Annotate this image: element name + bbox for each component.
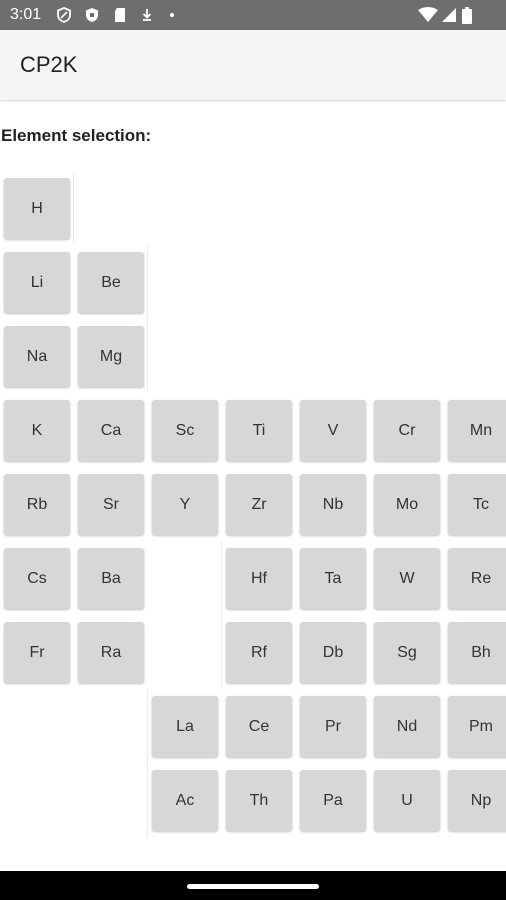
group-divider	[147, 690, 148, 838]
element-button-be[interactable]: Be	[78, 252, 144, 313]
element-button-y[interactable]: Y	[152, 474, 218, 535]
element-button-nb[interactable]: Nb	[300, 474, 366, 535]
sd-card-icon	[112, 7, 128, 23]
element-button-cr[interactable]: Cr	[374, 400, 440, 461]
element-button-bh[interactable]: Bh	[448, 622, 506, 683]
element-button-ca[interactable]: Ca	[78, 400, 144, 461]
element-button-cs[interactable]: Cs	[4, 548, 70, 609]
element-button-nd[interactable]: Nd	[374, 696, 440, 757]
element-button-tc[interactable]: Tc	[448, 474, 506, 535]
shield-icon	[56, 7, 72, 23]
element-button-h[interactable]: H	[4, 178, 70, 239]
element-button-mg[interactable]: Mg	[78, 326, 144, 387]
group-divider	[73, 172, 74, 244]
wifi-icon	[418, 7, 438, 23]
element-button-zr[interactable]: Zr	[226, 474, 292, 535]
element-button-rb[interactable]: Rb	[4, 474, 70, 535]
element-button-na[interactable]: Na	[4, 326, 70, 387]
element-button-pm[interactable]: Pm	[448, 696, 506, 757]
download-icon	[139, 7, 155, 23]
app-title: CP2K	[20, 52, 78, 77]
security-icon	[84, 7, 100, 23]
group-divider	[147, 244, 148, 392]
element-button-sg[interactable]: Sg	[374, 622, 440, 683]
element-button-fr[interactable]: Fr	[4, 622, 70, 683]
element-button-db[interactable]: Db	[300, 622, 366, 683]
navigation-bar	[0, 871, 506, 900]
element-button-pa[interactable]: Pa	[300, 770, 366, 831]
element-button-mo[interactable]: Mo	[374, 474, 440, 535]
element-button-w[interactable]: W	[374, 548, 440, 609]
element-button-re[interactable]: Re	[448, 548, 506, 609]
home-gesture-bar[interactable]	[187, 884, 319, 889]
element-button-la[interactable]: La	[152, 696, 218, 757]
notification-dot	[170, 13, 174, 17]
app-bar: CP2K	[0, 30, 506, 101]
element-button-k[interactable]: K	[4, 400, 70, 461]
element-button-hf[interactable]: Hf	[226, 548, 292, 609]
element-button-ra[interactable]: Ra	[78, 622, 144, 683]
element-button-np[interactable]: Np	[448, 770, 506, 831]
element-button-th[interactable]: Th	[226, 770, 292, 831]
element-button-v[interactable]: V	[300, 400, 366, 461]
element-button-mn[interactable]: Mn	[448, 400, 506, 461]
status-bar: 3:01	[0, 0, 506, 30]
element-button-ac[interactable]: Ac	[152, 770, 218, 831]
battery-icon	[461, 7, 473, 24]
element-button-ba[interactable]: Ba	[78, 548, 144, 609]
element-button-sr[interactable]: Sr	[78, 474, 144, 535]
element-button-pr[interactable]: Pr	[300, 696, 366, 757]
element-button-ta[interactable]: Ta	[300, 548, 366, 609]
element-button-rf[interactable]: Rf	[226, 622, 292, 683]
element-button-li[interactable]: Li	[4, 252, 70, 313]
group-divider	[221, 540, 222, 690]
element-selection-label: Element selection:	[1, 126, 152, 145]
element-button-sc[interactable]: Sc	[152, 400, 218, 461]
cellular-signal-icon	[441, 7, 457, 23]
element-button-ce[interactable]: Ce	[226, 696, 292, 757]
status-time: 3:01	[10, 6, 42, 23]
element-button-ti[interactable]: Ti	[226, 400, 292, 461]
element-button-u[interactable]: U	[374, 770, 440, 831]
